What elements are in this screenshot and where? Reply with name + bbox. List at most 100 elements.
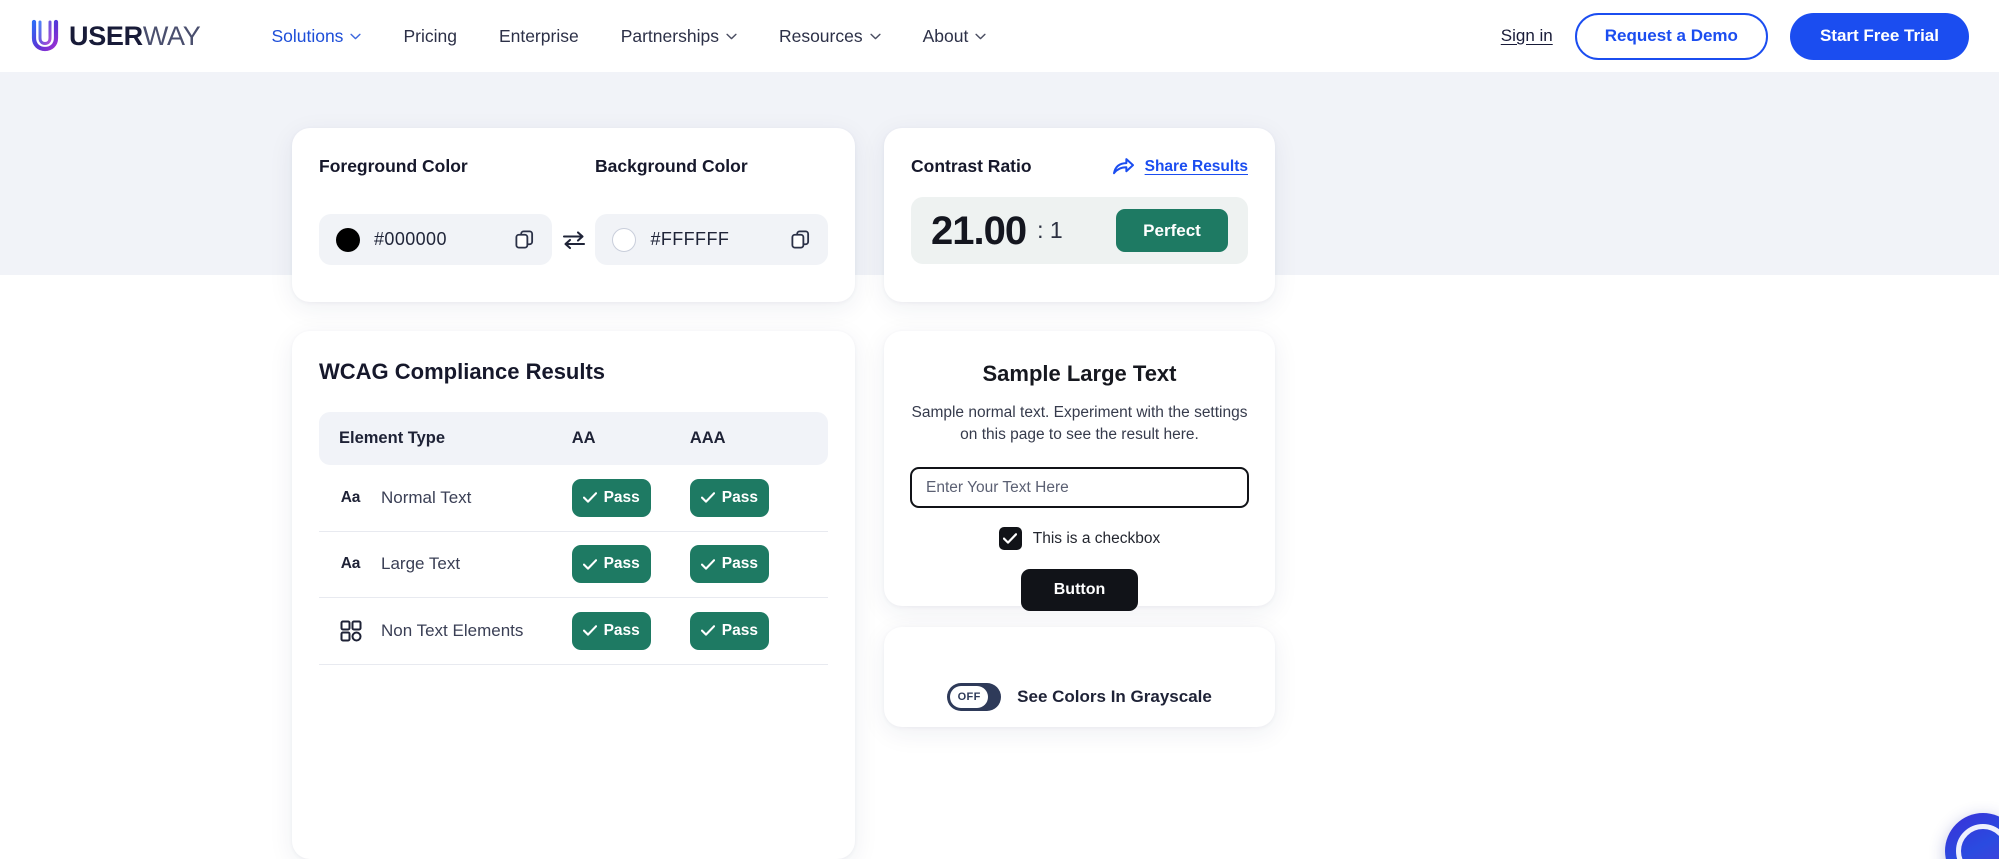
foreground-hex-value[interactable]: #000000 (374, 229, 500, 250)
status-badge-label: Pass (722, 489, 758, 507)
copy-icon[interactable] (790, 229, 811, 250)
grayscale-label: See Colors In Grayscale (1017, 687, 1212, 707)
status-badge[interactable]: Pass (690, 545, 769, 583)
color-inputs-row: #000000 #FFFFFF (319, 214, 828, 265)
site-header: USERWAY Solutions Pricing Enterprise Par… (0, 0, 1999, 72)
contrast-ratio-display: 21.00 : 1 Perfect (911, 197, 1248, 264)
table-row: Aa Large Text Pass Pass (319, 532, 828, 599)
check-icon (583, 625, 597, 636)
color-field-labels: Foreground Color Background Color (319, 156, 828, 177)
nav-item-about[interactable]: About (902, 0, 1008, 72)
cell-aa-result: Pass (572, 612, 690, 650)
status-badge[interactable]: Pass (690, 612, 769, 650)
page-content: Foreground Color Background Color #00000… (0, 0, 1999, 859)
row-label: Large Text (381, 554, 460, 574)
start-free-trial-button[interactable]: Start Free Trial (1790, 13, 1969, 60)
status-badge-label: Pass (604, 622, 640, 640)
table-row: Aa Normal Text Pass Pass (319, 465, 828, 532)
column-header-element-type: Element Type (339, 429, 572, 448)
nav-item-partnerships[interactable]: Partnerships (600, 0, 758, 72)
grid-elements-icon (340, 620, 362, 642)
status-badge[interactable]: Pass (572, 545, 651, 583)
contrast-ratio-title: Contrast Ratio (911, 156, 1032, 177)
sample-button[interactable]: Button (1021, 569, 1138, 611)
sample-checkbox[interactable] (999, 527, 1022, 550)
nav-item-solutions[interactable]: Solutions (250, 0, 382, 72)
grayscale-toggle-state: OFF (950, 686, 988, 708)
check-icon (701, 559, 715, 570)
status-badge[interactable]: Pass (690, 479, 769, 517)
contrast-ratio-value: 21.00 (931, 211, 1026, 251)
nav-label-resources: Resources (779, 26, 863, 47)
share-results-label: Share Results (1145, 158, 1248, 176)
check-icon (583, 559, 597, 570)
row-label: Non Text Elements (381, 621, 523, 641)
logo-wordmark: USERWAY (69, 23, 200, 50)
contrast-ratio-card: Contrast Ratio Share Results 21.00 : 1 P… (884, 128, 1275, 302)
cell-aaa-result: Pass (690, 545, 808, 583)
column-header-aa: AA (572, 429, 690, 448)
sample-checkbox-label: This is a checkbox (1033, 530, 1161, 548)
cell-aa-result: Pass (572, 545, 690, 583)
userway-accessibility-widget[interactable] (1945, 813, 1999, 859)
foreground-color-swatch[interactable] (336, 228, 360, 252)
userway-u-logo-icon (30, 19, 60, 53)
cell-aaa-result: Pass (690, 479, 808, 517)
foreground-color-input[interactable]: #000000 (319, 214, 552, 265)
background-color-label: Background Color (595, 156, 748, 177)
aa-text-icon-glyph: Aa (341, 555, 360, 573)
nav-label-pricing: Pricing (403, 26, 457, 47)
sample-large-text-heading: Sample Large Text (910, 361, 1249, 387)
grayscale-toggle[interactable]: OFF (947, 683, 1001, 711)
nav-label-enterprise: Enterprise (499, 26, 579, 47)
share-results-link[interactable]: Share Results (1112, 157, 1248, 176)
wcag-card-title: WCAG Compliance Results (319, 359, 828, 385)
cell-element-type: Non Text Elements (339, 620, 572, 642)
swap-arrows-icon (562, 230, 586, 250)
contrast-rating-badge[interactable]: Perfect (1116, 209, 1228, 252)
chevron-down-icon (975, 33, 986, 40)
nav-item-resources[interactable]: Resources (758, 0, 902, 72)
main-navigation: Solutions Pricing Enterprise Partnership… (250, 0, 1007, 72)
status-badge-label: Pass (722, 622, 758, 640)
row-label: Normal Text (381, 488, 471, 508)
header-actions: Sign in Request a Demo Start Free Trial (1501, 13, 1969, 60)
nav-label-about: About (923, 26, 969, 47)
request-demo-button[interactable]: Request a Demo (1575, 13, 1768, 60)
status-badge-label: Pass (604, 489, 640, 507)
column-header-aaa: AAA (690, 429, 808, 448)
nav-item-pricing[interactable]: Pricing (382, 0, 478, 72)
chevron-down-icon (350, 33, 361, 40)
status-badge-label: Pass (722, 555, 758, 573)
check-icon (1003, 533, 1017, 544)
grayscale-row: OFF See Colors In Grayscale (947, 683, 1212, 743)
share-arrow-icon (1112, 157, 1135, 176)
sample-text-input[interactable]: Enter Your Text Here (910, 467, 1249, 508)
sign-in-link[interactable]: Sign in (1501, 26, 1553, 46)
grid-elements-icon-wrap (339, 620, 362, 642)
status-badge[interactable]: Pass (572, 479, 651, 517)
swap-colors-button[interactable] (552, 230, 596, 250)
userway-logo[interactable]: USERWAY (30, 19, 200, 53)
color-picker-card: Foreground Color Background Color #00000… (292, 128, 855, 302)
contrast-ratio-separator: : 1 (1037, 219, 1063, 242)
background-color-input[interactable]: #FFFFFF (595, 214, 828, 265)
status-badge[interactable]: Pass (572, 612, 651, 650)
cell-element-type: Aa Normal Text (339, 488, 572, 508)
nav-label-solutions: Solutions (271, 26, 343, 47)
copy-icon[interactable] (514, 229, 535, 250)
background-hex-value[interactable]: #FFFFFF (650, 229, 776, 250)
grayscale-toggle-card: OFF See Colors In Grayscale (884, 627, 1275, 727)
chevron-down-icon (726, 33, 737, 40)
background-color-swatch[interactable] (612, 228, 636, 252)
wcag-results-table: Element Type AA AAA Aa Normal Text Pass (319, 412, 828, 665)
logo-word-way: WAY (143, 21, 201, 51)
nav-item-enterprise[interactable]: Enterprise (478, 0, 600, 72)
aa-text-icon: Aa (339, 489, 362, 507)
nav-label-partnerships: Partnerships (621, 26, 719, 47)
sample-preview-card: Sample Large Text Sample normal text. Ex… (884, 331, 1275, 606)
aa-text-icon: Aa (339, 555, 362, 573)
chevron-down-icon (870, 33, 881, 40)
sample-normal-text: Sample normal text. Experiment with the … (910, 402, 1249, 446)
sample-checkbox-row[interactable]: This is a checkbox (910, 527, 1249, 550)
